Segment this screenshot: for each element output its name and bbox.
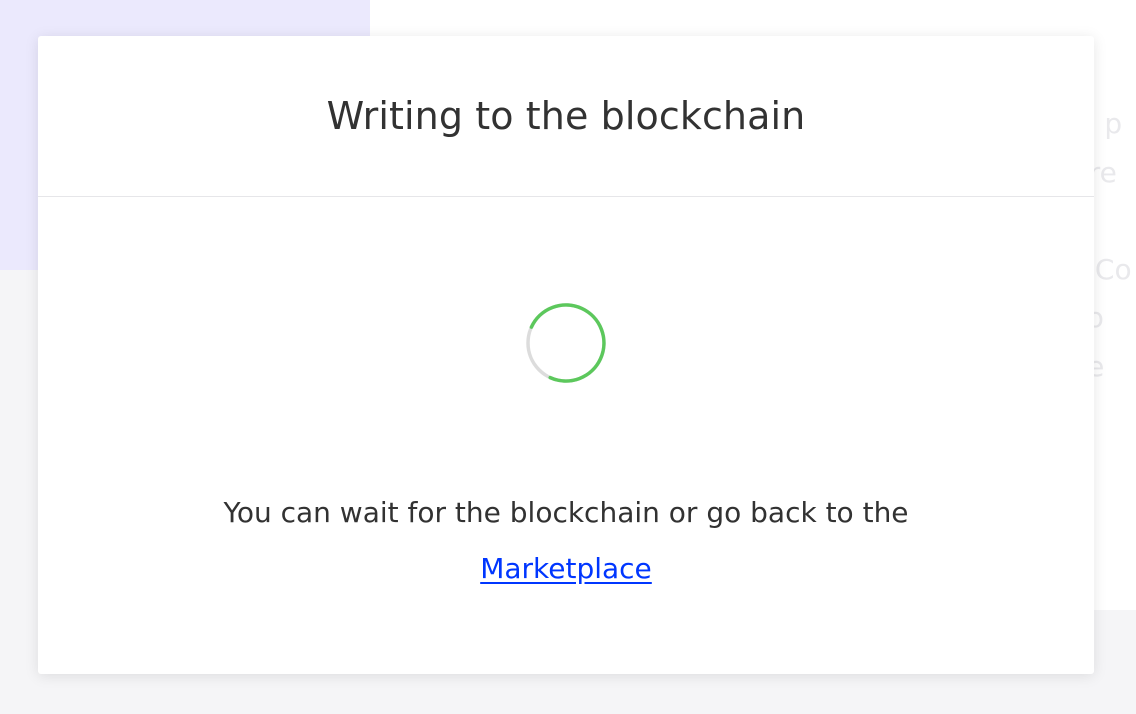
modal-message: You can wait for the blockchain or go ba… [38, 485, 1094, 597]
modal-body: You can wait for the blockchain or go ba… [38, 197, 1094, 674]
marketplace-link[interactable]: Marketplace [480, 552, 652, 585]
loading-spinner-icon [524, 301, 608, 385]
message-text: You can wait for the blockchain or go ba… [223, 496, 909, 529]
modal-title: Writing to the blockchain [326, 94, 806, 138]
transaction-modal: Writing to the blockchain You can wait f… [38, 36, 1094, 674]
modal-header: Writing to the blockchain [38, 36, 1094, 197]
page: ng p Stre to o, Co 2 o fee Writing to th… [0, 0, 1136, 714]
